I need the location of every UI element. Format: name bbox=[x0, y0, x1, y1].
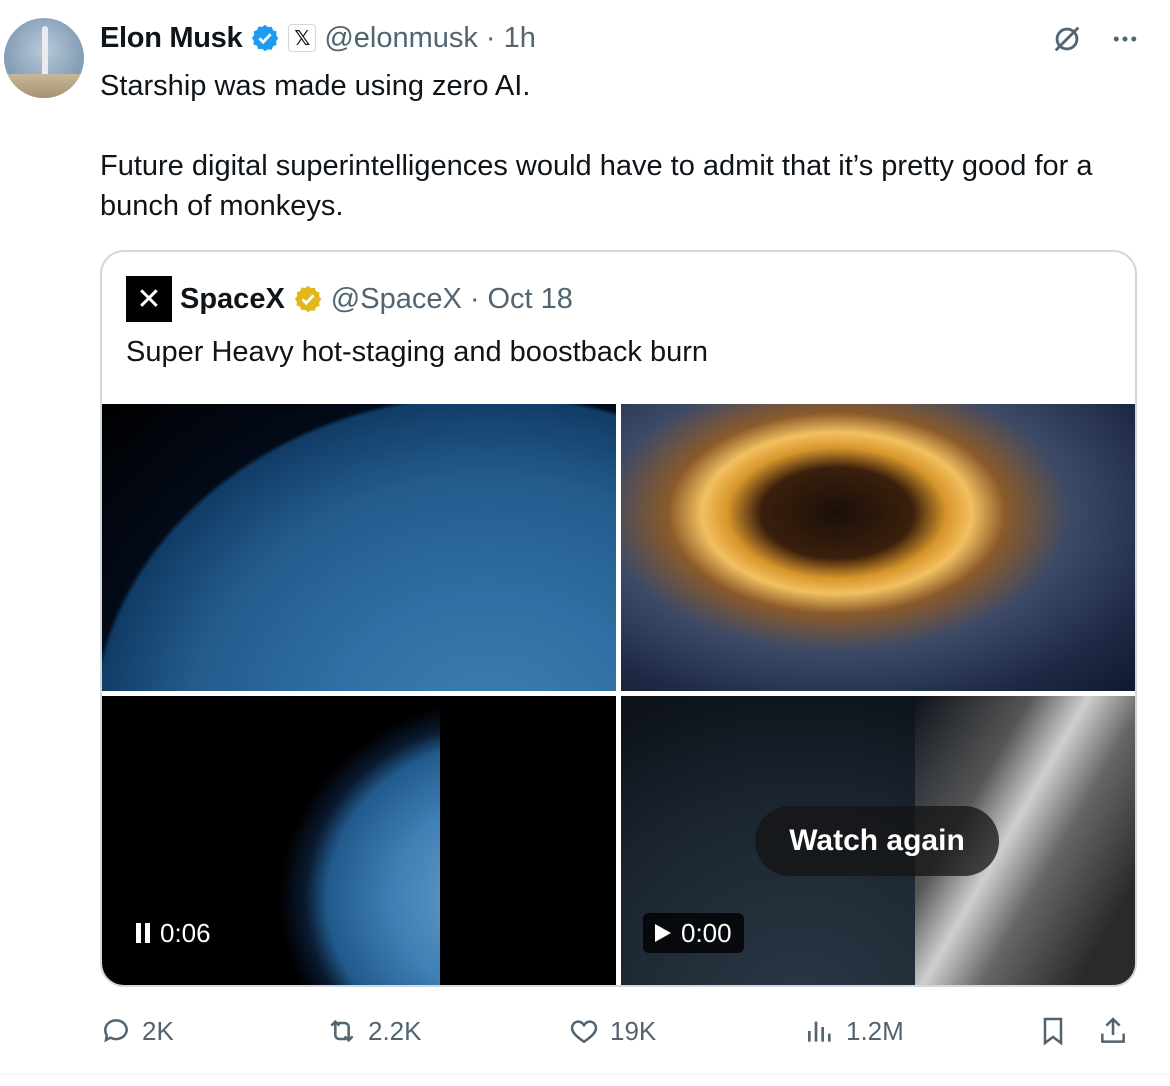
quoted-text: Super Heavy hot-staging and boostback bu… bbox=[126, 336, 708, 368]
media-earth-view[interactable] bbox=[102, 404, 616, 691]
heart-icon bbox=[570, 1020, 598, 1044]
share-button[interactable] bbox=[1097, 1008, 1129, 1054]
reply-button[interactable]: 2K bbox=[100, 1008, 174, 1054]
video-player-2[interactable]: Watch again 0:00 bbox=[621, 696, 1135, 985]
reply-bubble-icon bbox=[104, 1019, 128, 1043]
quoted-date[interactable]: Oct 18 bbox=[487, 283, 572, 316]
video-1-time: 0:06 bbox=[160, 917, 211, 948]
verified-blue-check-icon bbox=[252, 24, 279, 52]
play-icon[interactable] bbox=[655, 924, 671, 942]
view-count: 1.2M bbox=[846, 1015, 904, 1046]
separator-dot: · bbox=[485, 21, 496, 54]
tweet-header: Elon Musk 𝕏 @elonmusk · 1h bbox=[100, 18, 536, 58]
author-name[interactable]: Elon Musk bbox=[100, 22, 243, 55]
author-handle[interactable]: @elonmusk bbox=[324, 22, 478, 55]
quoted-header: ✕ SpaceX @SpaceX · Oct 18 bbox=[126, 276, 573, 322]
quoted-author-name[interactable]: SpaceX bbox=[180, 283, 285, 316]
verified-gold-check-icon bbox=[294, 285, 322, 313]
video-1-time-badge[interactable]: 0:06 bbox=[124, 913, 223, 953]
bar-chart-icon bbox=[808, 1021, 831, 1042]
grok-slash-icon[interactable] bbox=[1050, 22, 1084, 56]
top-right-actions bbox=[1050, 22, 1140, 56]
more-dots-icon[interactable] bbox=[1110, 24, 1140, 54]
reply-count: 2K bbox=[142, 1015, 174, 1046]
like-count: 19K bbox=[610, 1015, 657, 1046]
video-player-1[interactable]: 0:06 bbox=[102, 696, 616, 985]
divider bbox=[0, 1074, 1170, 1075]
like-button[interactable]: 19K bbox=[568, 1008, 656, 1054]
media-grid: 0:06 Watch again 0:00 bbox=[102, 404, 1135, 985]
quoted-tweet[interactable]: ✕ SpaceX @SpaceX · Oct 18 Super Heavy ho… bbox=[100, 250, 1137, 987]
avatar-ground bbox=[4, 74, 84, 98]
tweet-text-line2: Future digital superintelligences would … bbox=[100, 150, 1093, 222]
video-2-time: 0:00 bbox=[681, 917, 732, 948]
quoted-separator-dot: · bbox=[469, 282, 480, 315]
views-button[interactable]: 1.2M bbox=[804, 1008, 904, 1054]
bookmark-button[interactable] bbox=[1037, 1008, 1069, 1054]
bookmark-icon bbox=[1043, 1017, 1063, 1046]
action-bar: 2K 2.2K 19K 1.2M bbox=[100, 1008, 1135, 1054]
video-2-time-badge[interactable]: 0:00 bbox=[643, 913, 744, 953]
media-hot-staging-ring[interactable] bbox=[621, 404, 1135, 691]
author-avatar[interactable] bbox=[4, 18, 84, 98]
video-1-frame bbox=[277, 696, 440, 985]
pause-icon[interactable] bbox=[136, 923, 150, 943]
quoted-author-handle[interactable]: @SpaceX bbox=[331, 283, 462, 316]
repost-icon bbox=[330, 1019, 354, 1043]
watch-again-button[interactable]: Watch again bbox=[755, 806, 999, 876]
repost-button[interactable]: 2.2K bbox=[326, 1008, 422, 1054]
spacex-logo-icon[interactable]: ✕ bbox=[126, 276, 172, 322]
x-affiliation-icon[interactable]: 𝕏 bbox=[288, 24, 317, 52]
repost-count: 2.2K bbox=[368, 1015, 422, 1046]
tweet-time[interactable]: 1h bbox=[504, 22, 536, 55]
tweet-text-line1: Starship was made using zero AI. bbox=[100, 70, 531, 102]
share-icon bbox=[1101, 1017, 1125, 1043]
